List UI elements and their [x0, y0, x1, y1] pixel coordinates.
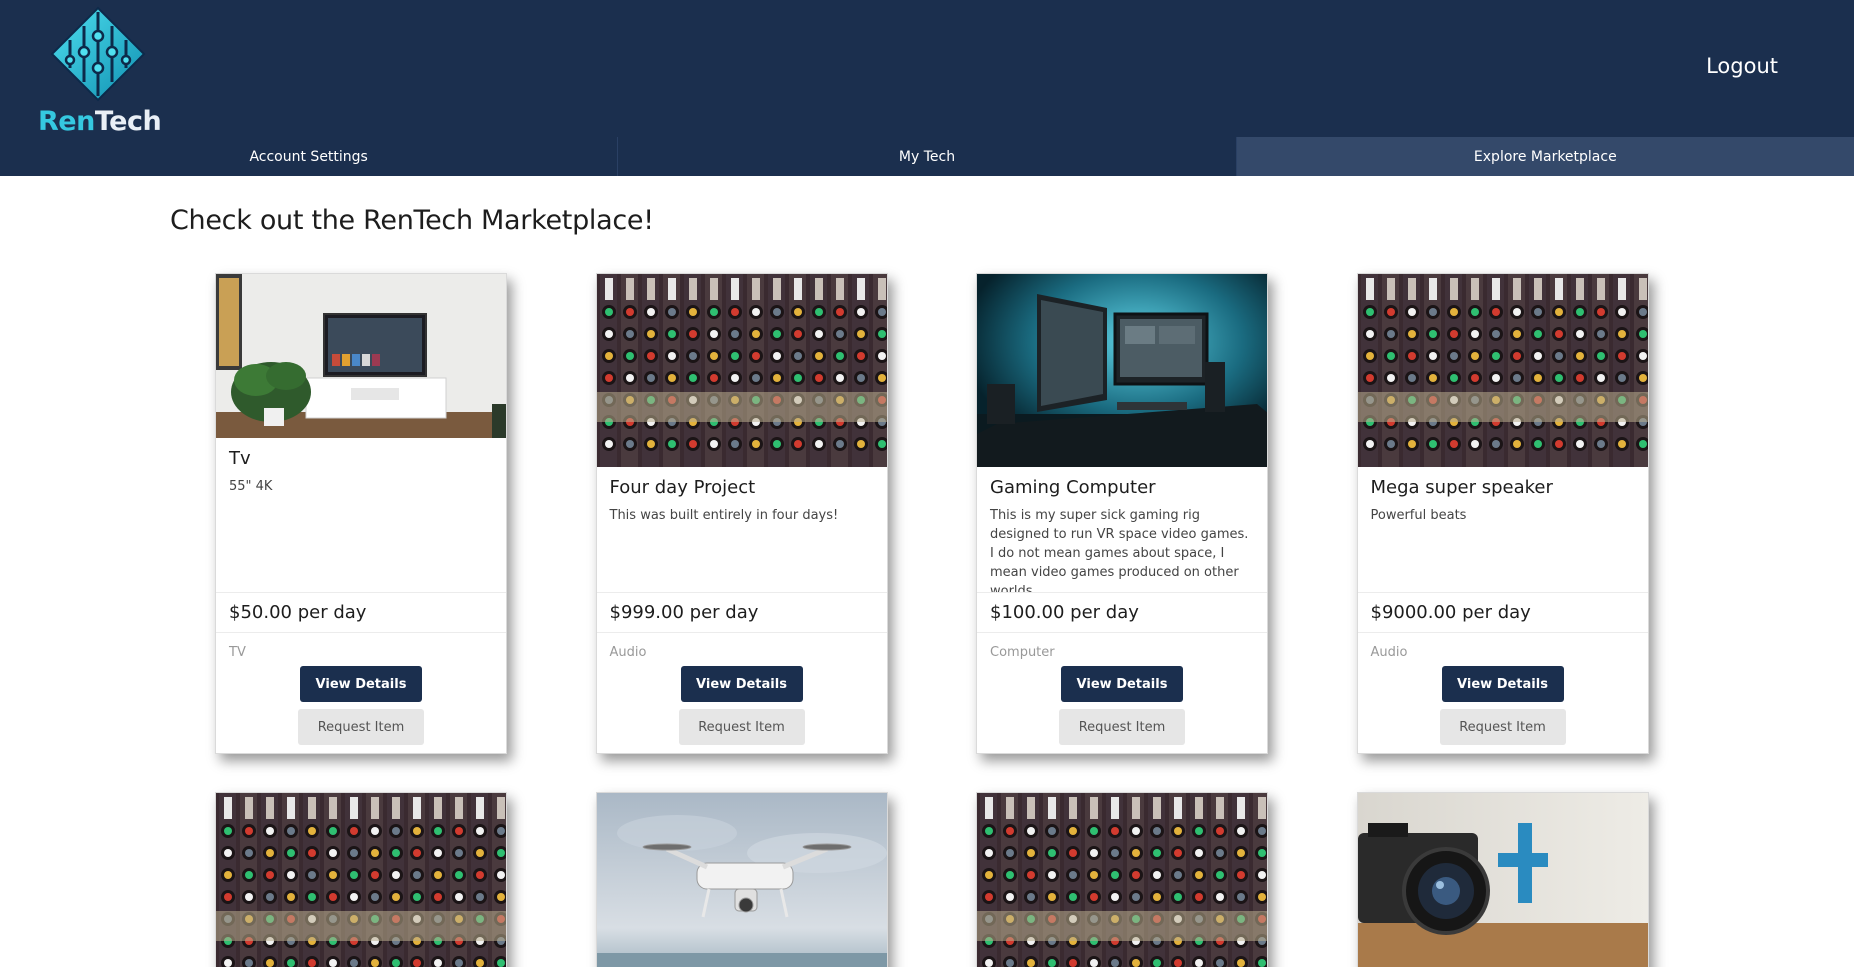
view-details-button[interactable]: View Details — [1441, 666, 1564, 702]
listing-card — [1356, 792, 1649, 967]
card-title: Gaming Computer — [990, 477, 1156, 498]
request-item-button[interactable]: Request Item — [1059, 709, 1185, 745]
page-title: Check out the RenTech Marketplace! — [170, 205, 654, 236]
card-body: Tv 55" 4K — [216, 438, 506, 592]
card-price: $100.00 per day — [977, 592, 1267, 633]
card-category: TV — [229, 645, 246, 660]
listing-card — [215, 792, 507, 967]
card-price: $9000.00 per day — [1357, 592, 1648, 633]
audio-mixer-photo[interactable] — [1357, 274, 1648, 467]
tab-account-settings[interactable]: Account Settings — [0, 137, 619, 176]
card-actions: View Details Request Item — [977, 666, 1267, 753]
card-actions: View Details Request Item — [597, 666, 887, 753]
card-description: This was built entirely in four days! — [609, 508, 839, 523]
tv-room-photo[interactable] — [216, 274, 506, 438]
card-description: 55" 4K — [229, 479, 273, 494]
rentech-logo[interactable]: RenTech — [38, 6, 162, 140]
card-title: Mega super speaker — [1370, 477, 1553, 498]
request-item-button[interactable]: Request Item — [678, 709, 805, 745]
card-body: Four day Project This was built entirely… — [597, 467, 887, 592]
card-category: Computer — [990, 645, 1055, 660]
gaming-desk-photo[interactable] — [977, 274, 1267, 467]
logout-link[interactable]: Logout — [1706, 54, 1778, 78]
card-price: $999.00 per day — [596, 592, 887, 633]
view-details-button[interactable]: View Details — [680, 666, 803, 702]
card-category: Audio — [1370, 645, 1408, 660]
listing-card: Tv 55" 4K $50.00 per day TV View Details… — [215, 273, 507, 754]
listing-card: Four day Project This was built entirely… — [595, 273, 888, 754]
listing-card — [595, 792, 888, 967]
audio-mixer-photo[interactable] — [977, 793, 1267, 967]
top-navigation-bar: RenTech Logout Account Settings My Tech … — [0, 0, 1854, 176]
card-body: Gaming Computer This is my super sick ga… — [977, 467, 1267, 592]
listing-card — [976, 792, 1268, 967]
card-body: Mega super speaker Powerful beats — [1358, 467, 1648, 592]
card-description: Powerful beats — [1370, 508, 1467, 523]
card-description: This is my super sick gaming rig designe… — [990, 508, 1249, 592]
audio-mixer-photo[interactable] — [596, 274, 887, 467]
card-actions: View Details Request Item — [1358, 666, 1648, 753]
listing-card: Gaming Computer This is my super sick ga… — [976, 273, 1268, 754]
marketplace-grid: Tv 55" 4K $50.00 per day TV View Details… — [215, 273, 1649, 967]
view-details-button[interactable]: View Details — [1061, 666, 1183, 702]
listing-card: Mega super speaker Powerful beats $9000.… — [1356, 273, 1649, 754]
brand-name: RenTech — [38, 106, 162, 137]
card-price: $50.00 per day — [216, 592, 506, 633]
drone-photo[interactable] — [596, 793, 887, 967]
view-details-button[interactable]: View Details — [300, 666, 422, 702]
brand-name-part1: Ren — [38, 106, 95, 137]
card-category: Audio — [609, 645, 647, 660]
tab-explore-marketplace[interactable]: Explore Marketplace — [1236, 137, 1854, 176]
main-tabs: Account Settings My Tech Explore Marketp… — [0, 137, 1854, 176]
request-item-button[interactable]: Request Item — [298, 709, 424, 745]
card-actions: View Details Request Item — [216, 666, 506, 753]
camera-photo[interactable] — [1357, 793, 1648, 967]
request-item-button[interactable]: Request Item — [1439, 709, 1566, 745]
brand-name-part2: Tech — [94, 106, 162, 137]
circuit-diamond-icon — [50, 6, 146, 102]
card-title: Tv — [229, 448, 251, 469]
tab-my-tech[interactable]: My Tech — [618, 137, 1237, 176]
card-title: Four day Project — [609, 477, 756, 498]
audio-mixer-photo[interactable] — [216, 793, 506, 967]
